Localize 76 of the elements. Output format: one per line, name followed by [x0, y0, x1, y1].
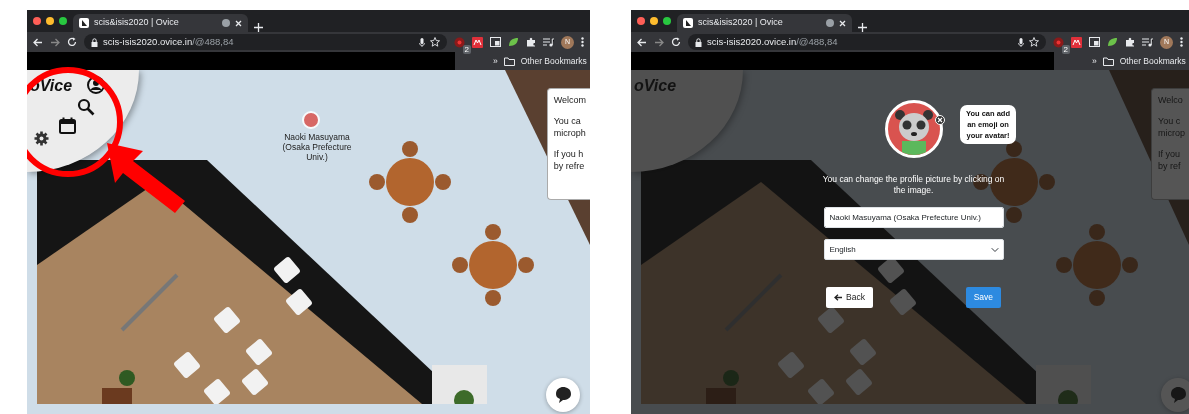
reload-icon[interactable]: [67, 37, 77, 47]
close-icon: [937, 117, 943, 123]
extension-icon[interactable]: [1071, 36, 1082, 48]
audio-indicator-icon: [826, 19, 834, 27]
save-button[interactable]: Save: [965, 287, 1001, 308]
avatar-name-label: Naoki Masuyama (Osaka Prefecture Univ.): [281, 132, 353, 162]
window-control-dot[interactable]: [59, 17, 67, 25]
browser-tab[interactable]: scis&isis2020 | Ovice: [73, 14, 248, 32]
window-control-dot[interactable]: [663, 17, 671, 25]
screen-bar: [120, 273, 179, 332]
calendar-icon[interactable]: [59, 117, 76, 134]
browser-tab[interactable]: scis&isis2020 | Ovice: [677, 14, 852, 32]
tab-title: scis&isis2020 | Ovice: [94, 16, 180, 30]
more-options-icon[interactable]: [581, 37, 584, 47]
profile-hint-text: You can change the profile picture by clicking on the image.: [821, 174, 1006, 196]
close-icon[interactable]: [839, 19, 846, 27]
audio-indicator-icon: [222, 19, 230, 27]
tab-title: scis&isis2020 | Ovice: [698, 16, 784, 30]
forward-icon[interactable]: [50, 37, 60, 47]
welcome-text: by refre: [553, 160, 586, 172]
leaf-icon[interactable]: [508, 37, 519, 47]
welcome-text: You ca: [553, 115, 582, 127]
star-icon[interactable]: [1029, 37, 1039, 47]
remove-emoji-button[interactable]: [935, 115, 945, 125]
playlist-icon[interactable]: [1142, 37, 1153, 47]
bookmark-folder[interactable]: Other Bookmarks: [520, 54, 587, 68]
welcome-text: Welcom: [553, 94, 586, 106]
chat-button[interactable]: [546, 378, 580, 412]
back-button[interactable]: Back: [826, 287, 873, 308]
name-input-field[interactable]: Naoki Masuyama (Osaka Prefecture Univ.): [823, 207, 1004, 228]
new-tab-icon[interactable]: [254, 23, 263, 32]
welcome-text: Welco: [1158, 94, 1184, 106]
lock-icon: [695, 37, 702, 47]
window-control-dot[interactable]: [33, 17, 41, 25]
panda-avatar-drawing: [893, 107, 934, 155]
arrow-left-icon: [834, 294, 842, 301]
microphone-icon[interactable]: [419, 37, 425, 47]
folder-icon: [1102, 56, 1114, 66]
window-control-dot[interactable]: [650, 17, 658, 25]
welcome-text: If you h: [553, 148, 585, 160]
reload-icon[interactable]: [671, 37, 681, 47]
bookmark-folder[interactable]: Other Bookmarks: [1119, 54, 1186, 68]
puzzle-icon[interactable]: [1125, 37, 1135, 47]
extension-count: 2: [1061, 44, 1070, 54]
search-icon[interactable]: [77, 98, 95, 116]
planter-box: [432, 365, 487, 404]
window-control-dot[interactable]: [46, 17, 54, 25]
folder-icon: [503, 56, 515, 66]
extension-count: 2: [462, 44, 471, 54]
new-tab-icon[interactable]: [858, 23, 867, 32]
settings-icon[interactable]: [34, 131, 49, 146]
user-icon[interactable]: [87, 76, 105, 94]
bookmarks-overflow-button[interactable]: »: [493, 54, 498, 68]
favicon-icon: [683, 18, 693, 28]
star-icon[interactable]: [430, 37, 440, 47]
window-control-dot[interactable]: [637, 17, 645, 25]
leaf-icon[interactable]: [1107, 37, 1118, 47]
more-options-icon[interactable]: [1180, 37, 1183, 47]
chat-icon: [554, 386, 572, 404]
puzzle-icon[interactable]: [526, 37, 536, 47]
back-icon[interactable]: [637, 37, 647, 47]
extension-icon[interactable]: [472, 36, 483, 48]
playlist-icon[interactable]: [543, 37, 554, 47]
favicon-icon: [79, 18, 89, 28]
lock-icon: [91, 37, 98, 47]
microphone-icon[interactable]: [1018, 37, 1024, 47]
forward-icon[interactable]: [654, 37, 664, 47]
close-icon[interactable]: [235, 19, 242, 27]
potted-plant: [119, 370, 135, 386]
window-icon[interactable]: [1089, 37, 1100, 47]
language-select[interactable]: English: [823, 239, 1004, 260]
bookmarks-overflow-button[interactable]: »: [1092, 54, 1097, 68]
cabinet: [102, 388, 132, 404]
welcome-text: microph: [553, 127, 586, 139]
back-icon[interactable]: [33, 37, 43, 47]
window-icon[interactable]: [490, 37, 501, 47]
